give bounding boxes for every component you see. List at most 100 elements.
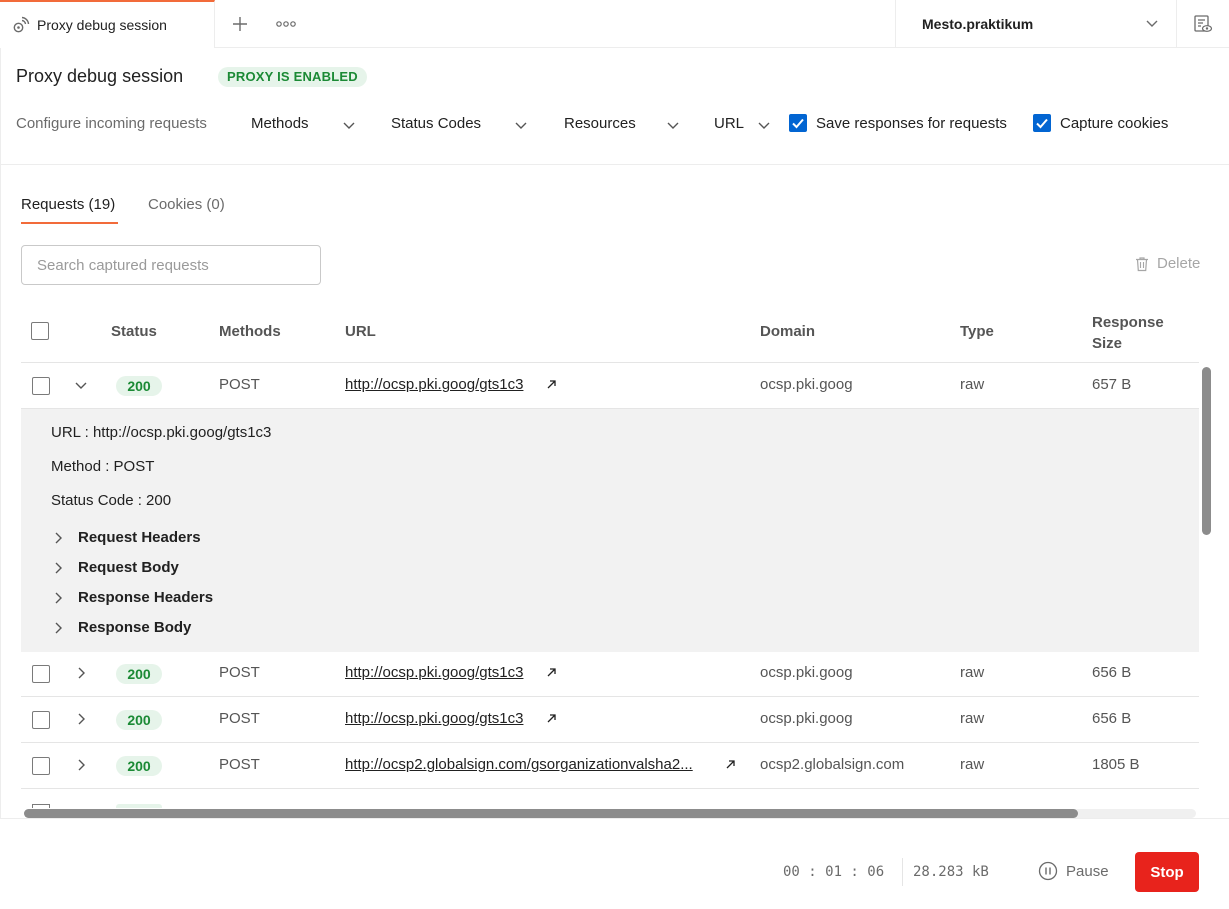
external-link-icon[interactable] [546, 713, 557, 724]
section-request-headers[interactable]: Request Headers [51, 529, 201, 546]
tab-cookies[interactable]: Cookies (0) [148, 196, 225, 213]
type-cell: raw [960, 756, 985, 773]
detail-method: Method : POST [51, 458, 155, 475]
type-cell: raw [960, 664, 985, 681]
status-codes-filter-dropdown[interactable]: Status Codes [391, 115, 527, 132]
column-header-methods[interactable]: Methods [219, 323, 281, 340]
column-header-domain[interactable]: Domain [760, 323, 815, 340]
response-size-header-line1: Response [1092, 314, 1164, 331]
section-response-body[interactable]: Response Body [51, 619, 191, 636]
environment-quick-look-button[interactable] [1176, 0, 1229, 48]
header-divider [0, 164, 1229, 165]
url-link[interactable]: http://ocsp.pki.goog/gts1c3 [345, 710, 523, 727]
proxy-status-badge: PROXY IS ENABLED [218, 67, 367, 87]
size-cell: 656 B [1092, 710, 1132, 727]
row-checkbox[interactable] [32, 757, 50, 775]
chevron-down-icon [515, 122, 527, 129]
search-input[interactable] [21, 245, 321, 285]
external-link-icon[interactable] [546, 379, 557, 390]
save-responses-checkbox[interactable] [789, 114, 807, 132]
pause-label: Pause [1066, 862, 1109, 880]
stop-button[interactable]: Stop [1135, 852, 1199, 892]
active-tab-indicator [21, 222, 118, 224]
chevron-right-icon [55, 562, 62, 573]
methods-filter-label: Methods [251, 115, 309, 132]
column-header-status[interactable]: Status [111, 323, 157, 340]
url-link[interactable]: http://ocsp2.globalsign.com/gsorganizati… [345, 756, 693, 773]
plus-icon [233, 17, 247, 31]
url-link[interactable]: http://ocsp.pki.goog/gts1c3 [345, 664, 523, 681]
external-link-icon[interactable] [546, 667, 557, 678]
next-row-status-peek [116, 804, 162, 808]
section-label: Response Headers [78, 589, 214, 606]
detail-status-code: Status Code : 200 [51, 492, 172, 509]
table-row[interactable]: 200 POST http://ocsp2.globalsign.com/gso… [21, 743, 1199, 789]
column-header-type[interactable]: Type [960, 323, 994, 340]
select-all-checkbox[interactable] [31, 322, 49, 340]
external-link-icon[interactable] [725, 759, 736, 770]
column-header-response-size[interactable]: Response Size [1092, 312, 1164, 354]
size-cell: 656 B [1092, 664, 1132, 681]
tab-proxy-debug-session[interactable]: Proxy debug session [0, 0, 215, 48]
domain-cell: ocsp.pki.goog [760, 376, 853, 393]
request-details-panel: URL : http://ocsp.pki.goog/gts1c3 Method… [21, 409, 1199, 652]
chevron-right-icon [55, 622, 62, 633]
chevron-right-icon[interactable] [74, 712, 88, 726]
save-responses-label: Save responses for requests [816, 115, 1007, 132]
status-badge: 200 [116, 664, 162, 684]
method-cell: POST [219, 710, 260, 727]
workspace-name: Mesto.praktikum [922, 16, 1034, 32]
chevron-down-icon [343, 122, 355, 129]
vertical-scrollbar[interactable] [1202, 367, 1211, 535]
workspace-selector[interactable]: Mesto.praktikum [895, 0, 1175, 48]
section-request-body[interactable]: Request Body [51, 559, 179, 576]
delete-button[interactable]: Delete [1134, 255, 1200, 272]
detail-url: URL : http://ocsp.pki.goog/gts1c3 [51, 424, 272, 441]
url-filter-dropdown[interactable]: URL [714, 115, 770, 132]
method-cell: POST [219, 376, 260, 393]
table-row[interactable]: 200 POST http://ocsp.pki.goog/gts1c3 ocs… [21, 651, 1199, 697]
section-label: Response Body [78, 619, 192, 636]
url-link[interactable]: http://ocsp.pki.goog/gts1c3 [345, 376, 523, 393]
new-tab-button[interactable] [226, 10, 254, 38]
resources-filter-dropdown[interactable]: Resources [564, 115, 679, 132]
row-checkbox[interactable] [32, 377, 50, 395]
type-cell: raw [960, 376, 985, 393]
capture-cookies-label: Capture cookies [1060, 115, 1169, 132]
table-row[interactable]: 200 POST http://ocsp.pki.goog/gts1c3 ocs… [21, 363, 1199, 409]
session-size: 28.283 kB [913, 864, 989, 880]
row-checkbox[interactable] [32, 711, 50, 729]
status-badge: 200 [116, 756, 162, 776]
tab-requests[interactable]: Requests (19) [21, 196, 115, 213]
table-row[interactable]: 200 POST http://ocsp.pki.goog/gts1c3 ocs… [21, 697, 1199, 743]
section-response-headers[interactable]: Response Headers [51, 589, 213, 606]
method-cell: POST [219, 756, 260, 773]
chevron-down-icon [667, 122, 679, 129]
methods-filter-dropdown[interactable]: Methods [251, 115, 355, 132]
method-cell: POST [219, 664, 260, 681]
response-size-header-line2: Size [1092, 335, 1123, 352]
column-header-url[interactable]: URL [345, 323, 376, 340]
chevron-down-icon[interactable] [74, 378, 88, 392]
row-checkbox[interactable] [32, 665, 50, 683]
capture-cookies-checkbox[interactable] [1033, 114, 1051, 132]
chevron-right-icon[interactable] [74, 666, 88, 680]
more-tabs-button[interactable] [272, 10, 300, 38]
environment-eye-icon [1194, 15, 1213, 32]
chevron-right-icon[interactable] [74, 758, 88, 772]
url-filter-label: URL [714, 115, 745, 132]
pause-icon [1038, 861, 1058, 881]
status-codes-filter-label: Status Codes [391, 115, 482, 132]
section-label: Request Body [78, 559, 179, 576]
footer-separator [902, 858, 903, 886]
chevron-right-icon [55, 532, 62, 543]
chevron-right-icon [55, 592, 62, 603]
next-row-checkbox-peek [32, 804, 50, 808]
pause-button[interactable]: Pause [1038, 861, 1109, 881]
horizontal-scrollbar[interactable] [24, 809, 1078, 818]
size-cell: 1805 B [1092, 756, 1140, 773]
status-badge: 200 [116, 376, 162, 396]
domain-cell: ocsp.pki.goog [760, 664, 853, 681]
footer-divider [0, 818, 1229, 819]
checkmark-icon [1036, 118, 1048, 129]
